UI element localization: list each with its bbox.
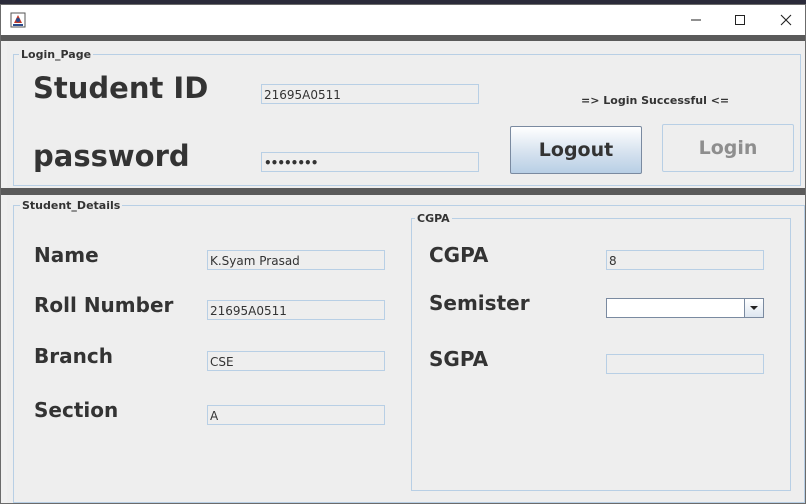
login-status-text: => Login Successful <= bbox=[581, 94, 730, 107]
minimize-icon[interactable] bbox=[673, 5, 719, 35]
student-details-panel: Student_Details Name K.Syam Prasad Roll … bbox=[7, 195, 805, 503]
password-label: password bbox=[33, 139, 190, 173]
roll-number-field[interactable]: 21695A0511 bbox=[207, 300, 385, 320]
close-icon[interactable] bbox=[763, 5, 805, 35]
login-group-title: Login_Page bbox=[19, 48, 94, 61]
semester-label: Semister bbox=[429, 291, 530, 315]
sgpa-field[interactable] bbox=[606, 354, 764, 374]
logout-button[interactable]: Logout bbox=[510, 126, 642, 174]
separator-middle bbox=[1, 188, 805, 195]
student-id-field[interactable]: 21695A0511 bbox=[261, 84, 479, 104]
login-panel: Login_Page Student ID 21695A0511 passwor… bbox=[7, 41, 805, 188]
roll-number-label: Roll Number bbox=[34, 293, 174, 317]
login-button[interactable]: Login bbox=[662, 124, 794, 172]
student-id-label: Student ID bbox=[33, 71, 209, 105]
maximize-icon[interactable] bbox=[717, 5, 763, 35]
cgpa-label: CGPA bbox=[429, 243, 489, 267]
title-bar[interactable] bbox=[1, 5, 805, 35]
chevron-down-icon[interactable] bbox=[744, 299, 763, 317]
branch-field[interactable]: CSE bbox=[207, 351, 385, 371]
cgpa-field[interactable]: 8 bbox=[606, 250, 764, 270]
branch-label: Branch bbox=[34, 344, 113, 368]
java-app-icon bbox=[10, 12, 26, 28]
section-field[interactable]: A bbox=[207, 405, 385, 425]
semester-dropdown[interactable] bbox=[606, 298, 764, 318]
name-field[interactable]: K.Syam Prasad bbox=[207, 250, 385, 270]
name-label: Name bbox=[34, 243, 99, 267]
section-label: Section bbox=[34, 398, 119, 422]
sgpa-label: SGPA bbox=[429, 347, 489, 371]
cgpa-group-title: CGPA bbox=[415, 212, 452, 225]
password-field[interactable]: •••••••• bbox=[261, 152, 479, 172]
app-window: Login_Page Student ID 21695A0511 passwor… bbox=[0, 4, 806, 504]
student-details-group-title: Student_Details bbox=[20, 199, 123, 212]
